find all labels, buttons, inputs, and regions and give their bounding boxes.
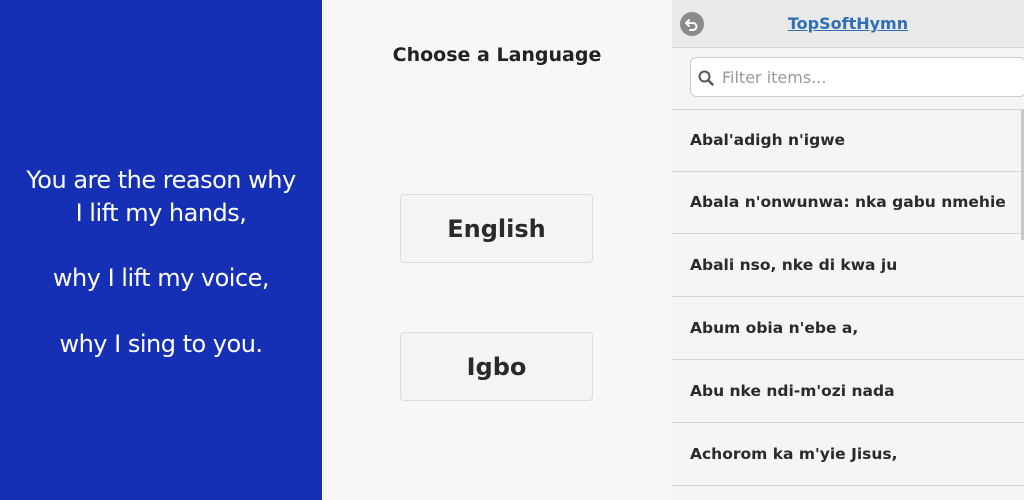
list-item-label: Abala n'onwunwa: nka gabu nmehie — [690, 193, 1006, 211]
igbo-button[interactable]: Igbo — [400, 332, 593, 401]
english-button[interactable]: English — [400, 194, 593, 263]
list-item-label: Achorom ka m'yie Jisus, — [690, 445, 898, 463]
list-item-label: Abu nke ndi-m'ozi nada — [690, 382, 895, 400]
lyric-line: I lift my hands, — [75, 199, 247, 227]
filter-box — [690, 57, 1024, 97]
search-icon — [698, 70, 714, 86]
hymn-list-panel: TopSoftHymn Abal'adigh n'igwe Abala n'on… — [672, 0, 1024, 500]
list-item[interactable]: Achorom ka m'yie Jisus, — [672, 424, 1024, 486]
lyric-display-panel: You are the reason why I lift my hands, … — [0, 0, 322, 500]
lyric-line: why I sing to you. — [59, 330, 263, 358]
language-chooser-panel: Choose a Language English Igbo — [322, 0, 672, 500]
lyric-line: You are the reason why — [26, 166, 296, 194]
list-item[interactable]: Abal'adigh n'igwe — [672, 110, 1024, 172]
filter-input[interactable] — [722, 58, 1012, 96]
list-item[interactable]: Abali nso, nke di kwa ju — [672, 235, 1024, 297]
lyric-line: why I lift my voice, — [52, 264, 270, 292]
language-chooser-title: Choose a Language — [392, 44, 602, 66]
list-header: TopSoftHymn — [672, 0, 1024, 48]
list-item-label: Abal'adigh n'igwe — [690, 131, 846, 149]
list-item-label: Abali nso, nke di kwa ju — [690, 256, 898, 274]
list-item[interactable]: Abala n'onwunwa: nka gabu nmehie — [672, 172, 1024, 234]
list-item-label: Abum obia n'ebe a, — [690, 319, 859, 337]
list-item[interactable]: Abu nke ndi-m'ozi nada — [672, 361, 1024, 423]
app-title-link[interactable]: TopSoftHymn — [672, 14, 1024, 33]
list-item[interactable]: Abum obia n'ebe a, — [672, 298, 1024, 360]
